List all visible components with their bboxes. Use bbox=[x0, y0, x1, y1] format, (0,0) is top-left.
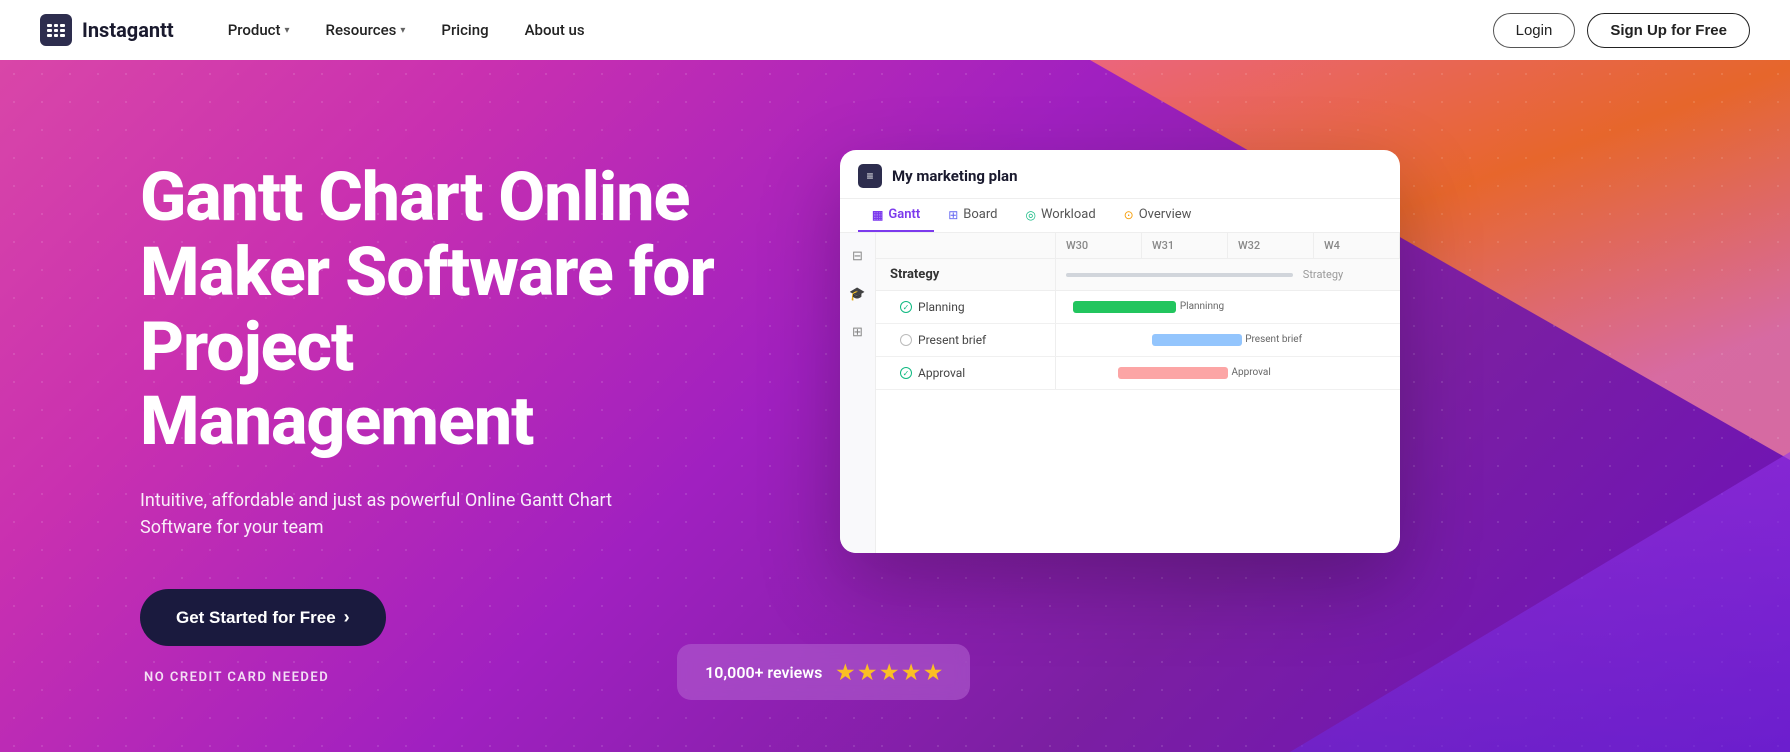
star-5: ★ bbox=[924, 660, 942, 684]
sidebar-icon-3[interactable]: ⊞ bbox=[847, 321, 869, 343]
app-body: ⊟ 🎓 ⊞ W30 W31 bbox=[840, 233, 1400, 553]
bar-label-approval: Approval bbox=[1231, 367, 1270, 378]
chevron-down-icon: ▾ bbox=[285, 25, 290, 36]
task-name-planning: Planning bbox=[876, 291, 1056, 323]
star-rating: ★ ★ ★ ★ ★ bbox=[836, 660, 942, 684]
chevron-down-icon: ▾ bbox=[400, 25, 405, 36]
gantt-bar-area-approval: Approval bbox=[1056, 357, 1400, 389]
gantt-task-col-header bbox=[876, 233, 1056, 258]
group-bar bbox=[1066, 273, 1293, 277]
gantt-grid: W30 W31 W32 W4 Strategy bbox=[876, 233, 1400, 390]
app-header: ≡ My marketing plan bbox=[840, 150, 1400, 199]
tab-overview[interactable]: ⊙ Overview bbox=[1110, 199, 1206, 232]
star-2: ★ bbox=[858, 660, 876, 684]
hero-content: Gantt Chart Online Maker Software for Pr… bbox=[0, 60, 1790, 685]
no-credit-label: NO CREDIT CARD NEEDED bbox=[144, 670, 760, 685]
app-sidebar: ⊟ 🎓 ⊞ bbox=[840, 233, 876, 553]
app-window: ≡ My marketing plan ▦ Gantt ⊞ Board bbox=[840, 150, 1400, 553]
hero-left: Gantt Chart Online Maker Software for Pr… bbox=[140, 140, 760, 685]
sidebar-icon-1[interactable]: ⊟ bbox=[847, 245, 869, 267]
app-window-title: My marketing plan bbox=[892, 167, 1018, 185]
tab-gantt[interactable]: ▦ Gantt bbox=[858, 199, 934, 232]
gantt-group-row: Strategy Strategy bbox=[876, 259, 1400, 291]
logo-icon bbox=[40, 14, 72, 46]
cta-button[interactable]: Get Started for Free › bbox=[140, 589, 386, 646]
gantt-bar-area-brief: Present brief bbox=[1056, 324, 1400, 356]
nav-links: Product ▾ Resources ▾ Pricing About us bbox=[214, 13, 599, 47]
gantt-bar-brief bbox=[1152, 334, 1241, 346]
gantt-week-w32: W32 bbox=[1228, 233, 1314, 258]
gantt-bar-area-planning: Planninng bbox=[1056, 291, 1400, 323]
login-button[interactable]: Login bbox=[1493, 13, 1576, 48]
gantt-task-row-brief: Present brief Present brief bbox=[876, 324, 1400, 357]
cta-wrap: Get Started for Free › bbox=[140, 589, 760, 662]
bar-label-planning: Planninng bbox=[1180, 301, 1224, 312]
hero-right: ≡ My marketing plan ▦ Gantt ⊞ Board bbox=[840, 150, 1710, 553]
nav-actions: Login Sign Up for Free bbox=[1493, 13, 1750, 48]
gantt-task-row-approval: Approval Approval bbox=[876, 357, 1400, 390]
gantt-task-row-planning: Planning Planninng bbox=[876, 291, 1400, 324]
app-logo-icon: ≡ bbox=[858, 164, 882, 188]
hero-section: Gantt Chart Online Maker Software for Pr… bbox=[0, 60, 1790, 752]
gantt-week-w30: W30 bbox=[1056, 233, 1142, 258]
task-name-approval: Approval bbox=[876, 357, 1056, 389]
hero-title: Gantt Chart Online Maker Software for Pr… bbox=[140, 160, 760, 459]
task-check-brief bbox=[900, 334, 912, 346]
workload-tab-icon: ◎ bbox=[1025, 208, 1035, 222]
reviews-badge: 10,000+ reviews ★ ★ ★ ★ ★ bbox=[677, 644, 970, 700]
gantt-week-w31: W31 bbox=[1142, 233, 1228, 258]
tab-board[interactable]: ⊞ Board bbox=[934, 199, 1011, 232]
gantt-tab-icon: ▦ bbox=[872, 208, 883, 222]
navbar: Instagantt Product ▾ Resources ▾ Pricing… bbox=[0, 0, 1790, 60]
gantt-main: W30 W31 W32 W4 Strategy bbox=[876, 233, 1400, 553]
board-tab-icon: ⊞ bbox=[948, 208, 958, 222]
group-label-right: Strategy bbox=[1303, 268, 1343, 281]
nav-product[interactable]: Product ▾ bbox=[214, 13, 304, 47]
nav-about[interactable]: About us bbox=[511, 13, 599, 47]
gantt-group-label: Strategy bbox=[876, 259, 1056, 290]
overview-tab-icon: ⊙ bbox=[1124, 208, 1134, 222]
hero-subtitle: Intuitive, affordable and just as powerf… bbox=[140, 487, 620, 541]
logo-text: Instagantt bbox=[82, 18, 174, 42]
nav-resources[interactable]: Resources ▾ bbox=[312, 13, 420, 47]
tab-workload[interactable]: ◎ Workload bbox=[1011, 199, 1109, 232]
task-check-approval bbox=[900, 367, 912, 379]
gantt-bar-planning bbox=[1073, 301, 1176, 313]
gantt-header: W30 W31 W32 W4 bbox=[876, 233, 1400, 259]
reviews-count: 10,000+ reviews bbox=[705, 663, 822, 682]
gantt-group-bar-area: Strategy bbox=[1056, 259, 1400, 290]
arrow-icon: › bbox=[344, 607, 350, 628]
app-tabs: ▦ Gantt ⊞ Board ◎ Workload ⊙ Overview bbox=[840, 199, 1400, 233]
gantt-weeks: W30 W31 W32 W4 bbox=[1056, 233, 1400, 258]
signup-button[interactable]: Sign Up for Free bbox=[1587, 13, 1750, 48]
star-3: ★ bbox=[880, 660, 898, 684]
nav-pricing[interactable]: Pricing bbox=[427, 13, 502, 47]
star-4: ★ bbox=[902, 660, 920, 684]
logo[interactable]: Instagantt bbox=[40, 14, 174, 46]
gantt-bar-approval bbox=[1118, 367, 1228, 379]
star-1: ★ bbox=[836, 660, 854, 684]
bar-label-brief: Present brief bbox=[1245, 334, 1302, 345]
gantt-week-w4: W4 bbox=[1314, 233, 1400, 258]
task-check-planning bbox=[900, 301, 912, 313]
task-name-brief: Present brief bbox=[876, 324, 1056, 356]
sidebar-icon-2[interactable]: 🎓 bbox=[847, 283, 869, 305]
